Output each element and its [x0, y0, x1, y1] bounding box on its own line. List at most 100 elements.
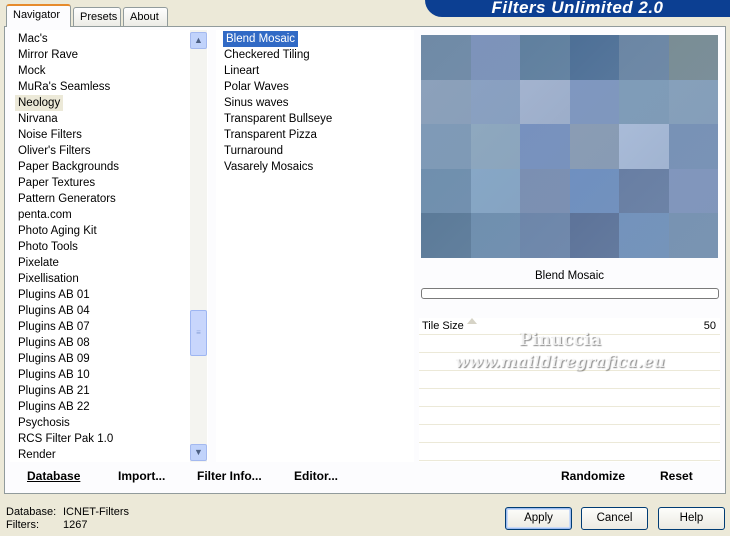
chevron-down-icon: ▼ — [194, 447, 203, 457]
mosaic-tile — [569, 35, 619, 80]
category-item[interactable]: Plugins AB 10 — [18, 367, 90, 383]
param-row-tile-size[interactable]: Tile Size 50 — [419, 318, 720, 335]
param-row-empty — [419, 372, 720, 389]
category-item[interactable]: Mock — [18, 63, 45, 79]
apply-button[interactable]: Apply — [505, 507, 572, 530]
filter-list[interactable]: Blend Mosaic Checkered Tiling Lineart Polar… — [216, 30, 414, 462]
filter-info-label: Filter Info... — [197, 469, 262, 483]
scroll-thumb[interactable]: ≡ — [190, 310, 207, 356]
mosaic-tile — [569, 168, 619, 214]
reset-button[interactable]: Reset — [660, 469, 693, 483]
tab-about[interactable]: About — [123, 7, 168, 26]
help-button[interactable]: Help — [658, 507, 725, 530]
preview-mosaic — [421, 35, 718, 258]
category-item[interactable]: Plugins AB 21 — [18, 383, 90, 399]
category-item[interactable]: Pixelate — [18, 255, 59, 271]
mosaic-tile — [421, 35, 471, 80]
category-item[interactable]: Plugins AB 22 — [18, 399, 90, 415]
category-item[interactable]: Mirror Rave — [18, 47, 78, 63]
randomize-label: Randomize — [561, 469, 626, 483]
import-button[interactable]: Import... — [118, 469, 165, 483]
filter-item[interactable]: Turnaround — [224, 143, 283, 159]
mosaic-tile — [619, 124, 669, 169]
param-label: Tile Size — [422, 320, 464, 332]
database-button[interactable]: Database — [27, 469, 80, 483]
category-item[interactable]: Photo Tools — [18, 239, 78, 255]
param-row-empty — [419, 444, 720, 461]
scroll-down-button[interactable]: ▼ — [190, 444, 207, 461]
editor-button[interactable]: Editor... — [294, 469, 338, 483]
cancel-label: Cancel — [596, 512, 633, 524]
category-item[interactable]: Plugins AB 09 — [18, 351, 90, 367]
app-title: Filters Unlimited 2.0 — [491, 0, 664, 17]
status-database-label: Database: — [6, 506, 57, 518]
progress-bar — [421, 288, 719, 299]
filter-item[interactable]: Checkered Tiling — [224, 47, 310, 63]
scroll-up-button[interactable]: ▲ — [190, 32, 207, 49]
category-item[interactable]: Plugins AB 08 — [18, 335, 90, 351]
category-item[interactable]: Neology — [15, 95, 64, 111]
tab-navigator[interactable]: Navigator — [6, 4, 71, 27]
category-item[interactable]: RCS Filter Pak 1.0 — [18, 431, 113, 447]
parameter-panel: Tile Size 50 — [419, 318, 720, 462]
category-item[interactable]: Plugins AB 07 — [18, 319, 90, 335]
grip-icon: ≡ — [196, 328, 201, 337]
mosaic-tile — [569, 124, 619, 169]
category-item[interactable]: Noise Filters — [18, 127, 82, 143]
mosaic-tile — [421, 213, 471, 258]
category-list[interactable]: Mac's Mirror Rave Mock MuRa's Seamless Neolo… — [10, 30, 208, 462]
filter-preview-image — [421, 35, 718, 258]
category-item[interactable]: Pixellisation — [18, 271, 79, 287]
mosaic-tile — [619, 35, 669, 80]
reset-label: Reset — [660, 469, 693, 483]
filter-item[interactable]: Polar Waves — [224, 79, 289, 95]
mosaic-tile — [470, 213, 520, 258]
category-item[interactable]: Plugins AB 01 — [18, 287, 90, 303]
cancel-button[interactable]: Cancel — [581, 507, 648, 530]
param-value: 50 — [703, 320, 716, 332]
param-row-empty — [419, 354, 720, 371]
category-item[interactable]: Pattern Generators — [18, 191, 116, 207]
category-item[interactable]: Photo Aging Kit — [18, 223, 97, 239]
mosaic-tile — [520, 79, 570, 125]
filter-item[interactable]: Lineart — [224, 63, 259, 79]
app-title-banner: Filters Unlimited 2.0 — [425, 0, 730, 17]
category-item[interactable]: Render — [18, 447, 56, 462]
mosaic-tile — [421, 79, 471, 125]
tab-label: Presets — [80, 11, 118, 23]
mosaic-tile — [421, 124, 471, 169]
category-item[interactable]: Oliver's Filters — [18, 143, 90, 159]
category-item[interactable]: Paper Backgrounds — [18, 159, 119, 175]
category-item[interactable]: penta.com — [18, 207, 72, 223]
filter-item[interactable]: Transparent Bullseye — [224, 111, 332, 127]
mosaic-tile — [520, 124, 570, 169]
mosaic-tile — [470, 35, 520, 80]
category-item[interactable]: MuRa's Seamless — [18, 79, 110, 95]
current-filter-name: Blend Mosaic — [534, 270, 605, 282]
slider-marker-icon — [467, 318, 477, 324]
category-item[interactable]: Psychosis — [18, 415, 70, 431]
tab-presets[interactable]: Presets — [73, 7, 121, 26]
category-item[interactable]: Mac's — [18, 31, 48, 47]
apply-label: Apply — [524, 512, 553, 524]
category-scrollbar[interactable]: ▲ ≡ ▼ — [190, 30, 207, 462]
mosaic-tile — [470, 124, 520, 169]
status-database-value: ICNET-Filters — [63, 506, 129, 518]
filter-info-button[interactable]: Filter Info... — [197, 469, 262, 483]
param-row-empty — [419, 390, 720, 407]
mosaic-tile — [619, 79, 669, 125]
category-item[interactable]: Nirvana — [18, 111, 58, 127]
randomize-button[interactable]: Randomize — [561, 469, 625, 483]
status-database: Database: ICNET-Filters — [6, 506, 129, 518]
status-filters: Filters: 1267 — [6, 519, 87, 531]
param-row-empty — [419, 408, 720, 425]
mosaic-tile — [569, 79, 619, 125]
filter-item[interactable]: Sinus waves — [224, 95, 289, 111]
mosaic-tile — [668, 124, 718, 169]
filter-item[interactable]: Vasarely Mosaics — [224, 159, 313, 175]
import-label: Import... — [118, 469, 166, 483]
filter-item[interactable]: Transparent Pizza — [224, 127, 317, 143]
category-item[interactable]: Paper Textures — [18, 175, 95, 191]
category-item[interactable]: Plugins AB 04 — [18, 303, 90, 319]
filter-item[interactable]: Blend Mosaic — [223, 31, 299, 47]
